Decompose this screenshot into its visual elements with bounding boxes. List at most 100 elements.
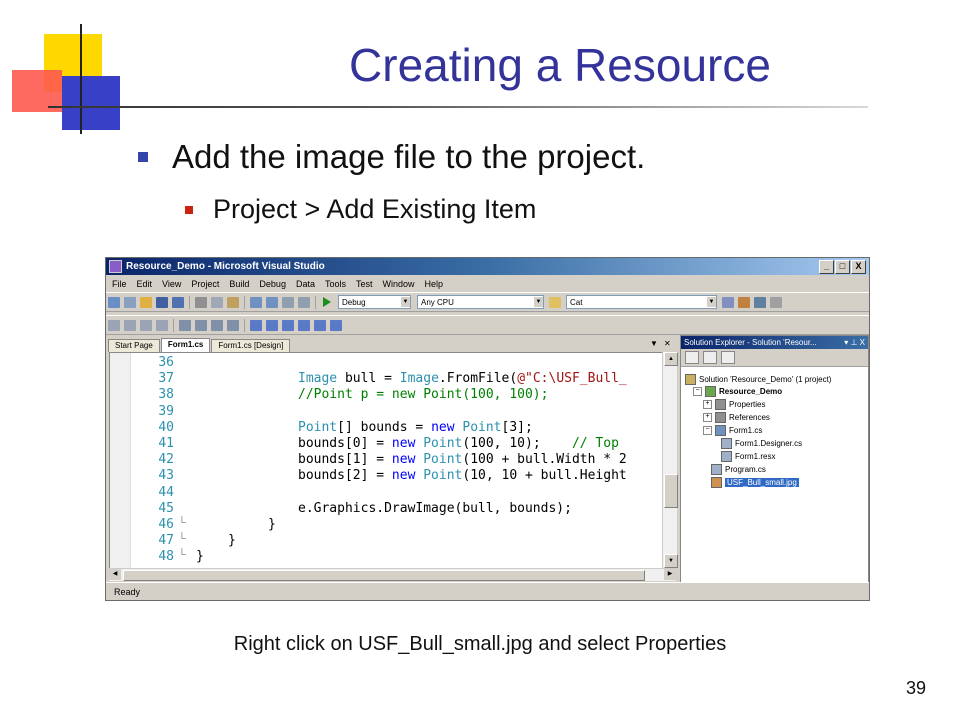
code-line[interactable]: Image bull = Image.FromFile(@"C:\USF_Bul… [188, 371, 662, 386]
code-line[interactable]: //Point p = new Point(100, 100); [188, 387, 662, 402]
undo-icon[interactable] [250, 296, 262, 308]
next-bookmark-icon[interactable] [282, 319, 294, 331]
menu-window[interactable]: Window [383, 279, 415, 289]
properties-icon[interactable] [685, 351, 699, 364]
refresh-icon[interactable] [721, 351, 735, 364]
properties-window-icon[interactable] [738, 296, 750, 308]
increase-indent-icon[interactable] [195, 319, 207, 331]
scrollbar-thumb[interactable] [664, 474, 678, 508]
active-files-dropdown-icon[interactable]: ▼ [650, 339, 658, 348]
code-line[interactable]: bounds[0] = new Point(100, 10); // Top [188, 436, 662, 451]
scrollbar-thumb[interactable] [123, 570, 645, 581]
menu-file[interactable]: File [112, 279, 127, 289]
solution-config-combo[interactable]: Debug ▼ [338, 295, 411, 309]
new-project-icon[interactable] [108, 296, 120, 308]
navigate-back-icon[interactable] [282, 296, 294, 308]
open-file-icon[interactable] [140, 296, 152, 308]
save-icon[interactable] [156, 296, 168, 308]
solution-tree-item[interactable]: Program.cs [711, 463, 766, 475]
solution-tree-label: Form1.Designer.cs [735, 439, 803, 448]
auto-hide-pin-icon[interactable]: ⊥ [850, 338, 857, 347]
code-line[interactable]: } [188, 549, 662, 564]
next-bookmark-folder-icon[interactable] [314, 319, 326, 331]
start-debugging-icon[interactable] [323, 297, 331, 307]
window-position-icon[interactable]: ▾ [844, 338, 848, 347]
comment-lines-icon[interactable] [211, 319, 223, 331]
collapse-icon[interactable]: − [703, 426, 712, 436]
copy-icon[interactable] [211, 296, 223, 308]
code-editor[interactable]: 36 37 Image bull = Image.FromFile(@"C:\USF… [109, 352, 663, 570]
solution-tree-item[interactable]: − Form1.cs [703, 425, 762, 437]
chevron-down-icon[interactable]: ▼ [534, 297, 543, 307]
display-object-member-list-icon[interactable] [108, 319, 120, 331]
menu-debug[interactable]: Debug [259, 279, 286, 289]
close-panel-icon[interactable]: X [860, 338, 865, 347]
menu-data[interactable]: Data [296, 279, 315, 289]
close-document-icon[interactable]: ✕ [664, 339, 671, 348]
solution-tree-item[interactable]: − Resource_Demo [693, 386, 782, 398]
find-combo[interactable]: Cat ▼ [566, 295, 717, 309]
editor-vertical-scrollbar[interactable]: ▲ ▼ [662, 352, 678, 568]
show-all-files-icon[interactable] [703, 351, 717, 364]
menu-tools[interactable]: Tools [325, 279, 346, 289]
tab-form1-cs[interactable]: Form1.cs [160, 338, 211, 352]
menu-test[interactable]: Test [356, 279, 373, 289]
solution-tree-item[interactable]: + References [703, 412, 770, 424]
expand-icon[interactable]: + [703, 413, 712, 423]
quick-info-icon[interactable] [140, 319, 152, 331]
file-icon [711, 476, 722, 488]
toolbox-icon[interactable] [770, 296, 782, 308]
decrease-indent-icon[interactable] [179, 319, 191, 331]
solution-tree-item[interactable]: Form1.Designer.cs [721, 438, 802, 450]
solution-tree-item[interactable]: + Properties [703, 399, 765, 411]
scroll-right-icon[interactable]: ▶ [664, 569, 676, 580]
uncomment-lines-icon[interactable] [227, 319, 239, 331]
save-all-icon[interactable] [172, 296, 184, 308]
code-line[interactable]: bounds[1] = new Point(100 + bull.Width *… [188, 452, 662, 467]
chevron-down-icon[interactable]: ▼ [707, 297, 716, 307]
collapse-icon[interactable]: − [693, 387, 702, 397]
code-line[interactable]: } [188, 533, 662, 548]
code-line[interactable]: } [188, 517, 662, 532]
solution-tree-item[interactable]: Solution 'Resource_Demo' (1 project) [685, 373, 831, 385]
add-item-icon[interactable] [124, 296, 136, 308]
code-line[interactable]: e.Graphics.DrawImage(bull, bounds); [188, 501, 662, 516]
scroll-up-icon[interactable]: ▲ [664, 352, 678, 366]
solution-tree-item[interactable]: Form1.resx [721, 450, 775, 462]
cut-icon[interactable] [195, 296, 207, 308]
scroll-left-icon[interactable]: ◀ [109, 569, 121, 580]
previous-bookmark-icon[interactable] [266, 319, 278, 331]
menu-build[interactable]: Build [229, 279, 249, 289]
code-line[interactable]: Point[] bounds = new Point[3]; [188, 420, 662, 435]
scroll-down-icon[interactable]: ▼ [664, 554, 678, 568]
close-button[interactable]: X [851, 260, 866, 274]
redo-icon[interactable] [266, 296, 278, 308]
parameter-info-icon[interactable] [124, 319, 136, 331]
minimize-button[interactable]: _ [819, 260, 834, 274]
menu-project[interactable]: Project [191, 279, 219, 289]
paste-icon[interactable] [227, 296, 239, 308]
vs-titlebar: Resource_Demo - Microsoft Visual Studio … [106, 258, 869, 275]
expand-icon[interactable]: + [703, 400, 712, 410]
navigate-forward-icon[interactable] [298, 296, 310, 308]
deco-vertical-line [80, 24, 82, 134]
solution-explorer-icon[interactable] [722, 296, 734, 308]
tab-start-page[interactable]: Start Page [108, 339, 160, 352]
code-line[interactable]: bounds[2] = new Point(10, 10 + bull.Heig… [188, 468, 662, 483]
solution-tree-item[interactable]: USF_Bull_small.jpg [711, 476, 799, 488]
tab-form1-design[interactable]: Form1.cs [Design] [211, 339, 291, 352]
menu-view[interactable]: View [162, 279, 181, 289]
menu-help[interactable]: Help [425, 279, 444, 289]
toggle-bookmark-icon[interactable] [250, 319, 262, 331]
solution-tree-label: References [729, 413, 770, 423]
editor-horizontal-scrollbar[interactable]: ◀ ▶ [109, 568, 676, 581]
object-browser-icon[interactable] [754, 296, 766, 308]
menu-edit[interactable]: Edit [137, 279, 153, 289]
maximize-button[interactable]: □ [835, 260, 850, 274]
complete-word-icon[interactable] [156, 319, 168, 331]
previous-bookmark-folder-icon[interactable] [298, 319, 310, 331]
find-in-files-icon[interactable] [549, 296, 561, 308]
platform-combo[interactable]: Any CPU ▼ [417, 295, 544, 309]
chevron-down-icon[interactable]: ▼ [401, 297, 410, 307]
clear-bookmarks-icon[interactable] [330, 319, 342, 331]
